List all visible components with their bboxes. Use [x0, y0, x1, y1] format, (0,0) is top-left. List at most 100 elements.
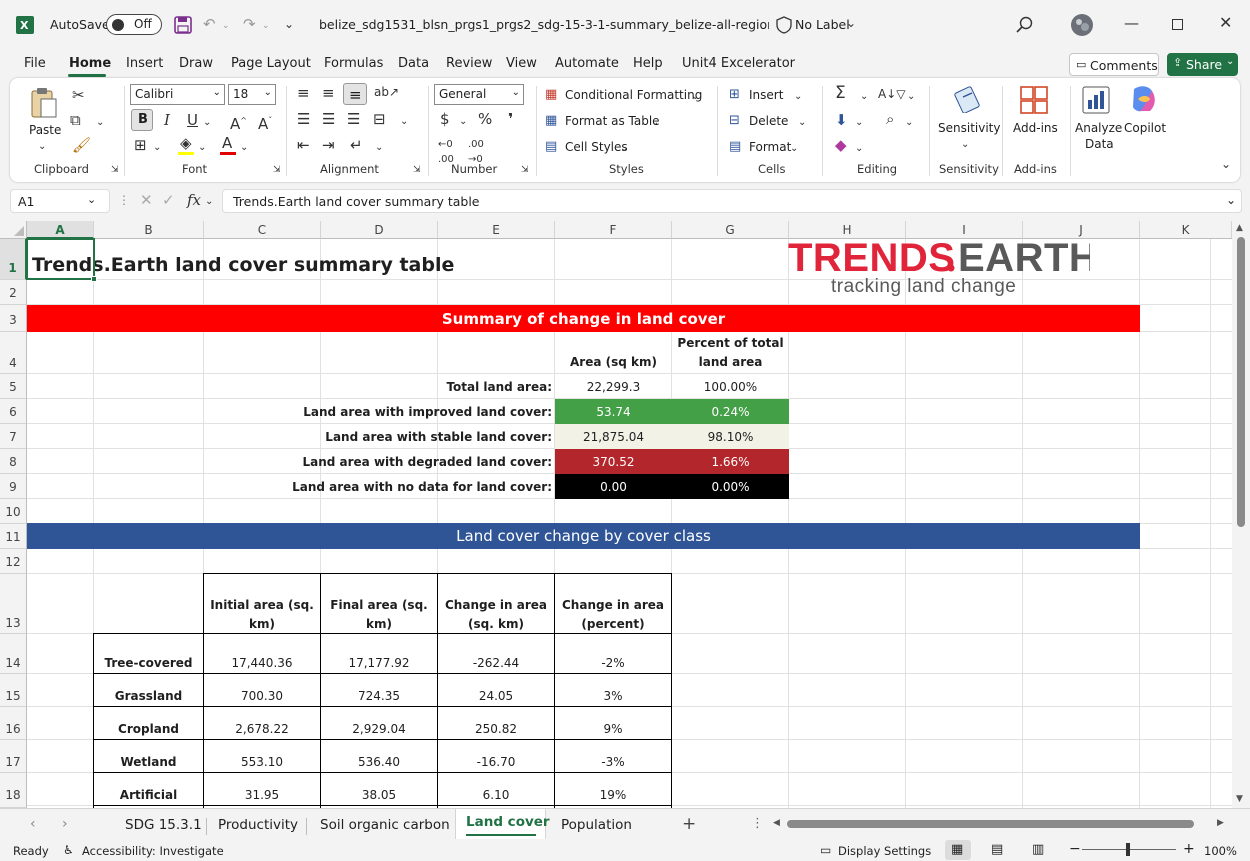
- autosum-icon[interactable]: Σ: [835, 85, 846, 102]
- autosave-toggle[interactable]: Off: [106, 14, 162, 35]
- tab-page-layout[interactable]: Page Layout: [231, 56, 311, 71]
- undo-icon[interactable]: ↶: [203, 17, 216, 32]
- number-format-combo[interactable]: General ⌄: [434, 84, 524, 105]
- align-middle-icon[interactable]: ≡: [322, 86, 335, 101]
- find-select-icon[interactable]: ⌕: [886, 112, 894, 127]
- decrease-font-icon[interactable]: Aˇ: [258, 113, 272, 132]
- copilot-button[interactable]: Copilot: [1124, 121, 1166, 135]
- scroll-down-icon[interactable]: ▼: [1236, 794, 1243, 804]
- tab-insert[interactable]: Insert: [126, 56, 163, 71]
- scroll-up-icon[interactable]: ▲: [1236, 223, 1243, 233]
- row-header-7[interactable]: 7: [0, 424, 27, 449]
- chevron-down-icon[interactable]: ⌄: [205, 194, 213, 209]
- row-header-4[interactable]: 4: [0, 332, 27, 374]
- cell-styles-button[interactable]: Cell Styles: [565, 140, 628, 154]
- formula-input[interactable]: Trends.Earth land cover summary table ⌄: [222, 189, 1242, 213]
- orientation-icon[interactable]: ab↗: [374, 85, 399, 100]
- chevron-down-icon[interactable]: ⌄: [375, 140, 383, 155]
- row-header-16[interactable]: 16: [0, 707, 27, 740]
- analyze-data-label-1[interactable]: Analyze: [1075, 121, 1122, 135]
- row-header-1[interactable]: 1: [0, 239, 27, 280]
- save-icon[interactable]: [174, 16, 192, 34]
- bold-button[interactable]: B: [131, 109, 153, 131]
- select-all-corner[interactable]: [0, 221, 27, 239]
- sheet-tab-population[interactable]: Population: [561, 817, 632, 833]
- currency-icon[interactable]: $: [440, 112, 450, 127]
- align-top-icon[interactable]: ≡: [297, 86, 310, 101]
- column-header-f[interactable]: F: [555, 221, 672, 239]
- redo-dropdown-icon[interactable]: ⌄: [262, 19, 270, 34]
- column-header-c[interactable]: C: [204, 221, 321, 239]
- dialog-launcher-icon[interactable]: ⇲: [413, 163, 421, 178]
- chevron-down-icon[interactable]: ⌄: [153, 140, 161, 155]
- sheet-tab-soil-organic-carbon[interactable]: Soil organic carbon: [320, 817, 450, 833]
- chevron-down-icon[interactable]: ⌄: [198, 140, 206, 155]
- font-name-combo[interactable]: Calibri ⌄: [130, 84, 225, 105]
- zoom-slider-thumb[interactable]: [1126, 843, 1130, 856]
- row-header-5[interactable]: 5: [0, 374, 27, 399]
- column-header-e[interactable]: E: [438, 221, 555, 239]
- increase-indent-icon[interactable]: ⇥: [322, 138, 335, 153]
- italic-icon[interactable]: I: [164, 113, 170, 128]
- tab-formulas[interactable]: Formulas: [324, 56, 383, 71]
- chevron-down-icon[interactable]: ⌄: [459, 114, 467, 129]
- chevron-down-icon[interactable]: ⌄: [790, 141, 798, 156]
- undo-dropdown-icon[interactable]: ⌄: [222, 19, 230, 34]
- chevron-down-icon[interactable]: ⌄: [38, 139, 46, 154]
- row-header-8[interactable]: 8: [0, 449, 27, 474]
- format-cells-button[interactable]: Format: [749, 140, 791, 154]
- row-header-11[interactable]: 11: [0, 524, 27, 549]
- worksheet-grid[interactable]: A B C D E F G H I J K 1 2 3 4 5 6 7 8 9 …: [0, 221, 1232, 808]
- search-icon[interactable]: [1016, 16, 1033, 33]
- normal-view-button[interactable]: ▦: [945, 840, 971, 860]
- collapse-ribbon-icon[interactable]: ⌄: [1221, 157, 1231, 172]
- avatar[interactable]: [1070, 13, 1094, 37]
- tab-help[interactable]: Help: [633, 56, 663, 71]
- row-header-14[interactable]: 14: [0, 634, 27, 674]
- maximize-icon[interactable]: [1172, 19, 1183, 30]
- active-cell-a1[interactable]: [26, 238, 95, 280]
- align-center-icon[interactable]: ☰: [322, 112, 335, 127]
- horizontal-scroll-thumb[interactable]: [787, 820, 1194, 828]
- add-ins-icon[interactable]: [1020, 86, 1048, 114]
- align-bottom-button[interactable]: ≡: [343, 83, 367, 105]
- wrap-text-icon[interactable]: ↵: [350, 138, 363, 153]
- chevron-down-icon[interactable]: ⌄: [203, 115, 211, 130]
- sort-filter-icon[interactable]: A↓▽: [878, 87, 906, 102]
- zoom-level[interactable]: 100%: [1204, 844, 1237, 858]
- row-header-15[interactable]: 15: [0, 674, 27, 707]
- chevron-down-icon[interactable]: ⌄: [400, 114, 408, 129]
- sheet-tab-land-cover[interactable]: Land cover: [466, 814, 550, 830]
- more-options-icon[interactable]: ⋮: [118, 193, 130, 208]
- chevron-down-icon[interactable]: ⌄: [907, 89, 915, 104]
- confirm-entry-icon[interactable]: ✓: [162, 193, 175, 208]
- format-painter-icon[interactable]: 🖌: [72, 138, 91, 153]
- sensitivity-button[interactable]: Sensitivity: [938, 121, 1000, 135]
- clear-icon[interactable]: ◆: [835, 138, 847, 153]
- chevron-down-icon[interactable]: ⌄: [961, 137, 969, 152]
- scroll-right-icon[interactable]: ▶: [1217, 818, 1224, 828]
- chevron-down-icon[interactable]: ⌄: [96, 115, 104, 130]
- column-header-d[interactable]: D: [321, 221, 438, 239]
- percent-icon[interactable]: %: [478, 112, 492, 127]
- column-header-b[interactable]: B: [94, 221, 204, 239]
- merge-center-icon[interactable]: ⊟: [373, 112, 386, 127]
- chevron-down-icon[interactable]: ⌄: [240, 140, 248, 155]
- page-break-preview-icon[interactable]: ▥: [1032, 842, 1044, 857]
- analyze-data-icon[interactable]: [1082, 86, 1110, 114]
- next-sheet-icon[interactable]: ›: [62, 816, 68, 832]
- scroll-left-icon[interactable]: ◀: [773, 818, 780, 828]
- format-as-table-button[interactable]: Format as Table: [565, 114, 660, 128]
- row-header-13[interactable]: 13: [0, 574, 27, 634]
- chevron-down-icon[interactable]: ⌄: [691, 89, 699, 104]
- sheet-tab-productivity[interactable]: Productivity: [218, 817, 298, 833]
- comments-button[interactable]: ▭ Comments: [1069, 53, 1159, 76]
- page-layout-view-icon[interactable]: ▤: [991, 842, 1003, 857]
- previous-sheet-icon[interactable]: ‹: [30, 816, 36, 832]
- dialog-launcher-icon[interactable]: ⇲: [273, 163, 281, 178]
- redo-icon[interactable]: ↷: [243, 17, 256, 32]
- align-right-icon[interactable]: ☰: [347, 112, 360, 127]
- name-box[interactable]: A1 ⌄: [10, 189, 110, 213]
- column-header-k[interactable]: K: [1140, 221, 1232, 239]
- column-header-g[interactable]: G: [672, 221, 789, 239]
